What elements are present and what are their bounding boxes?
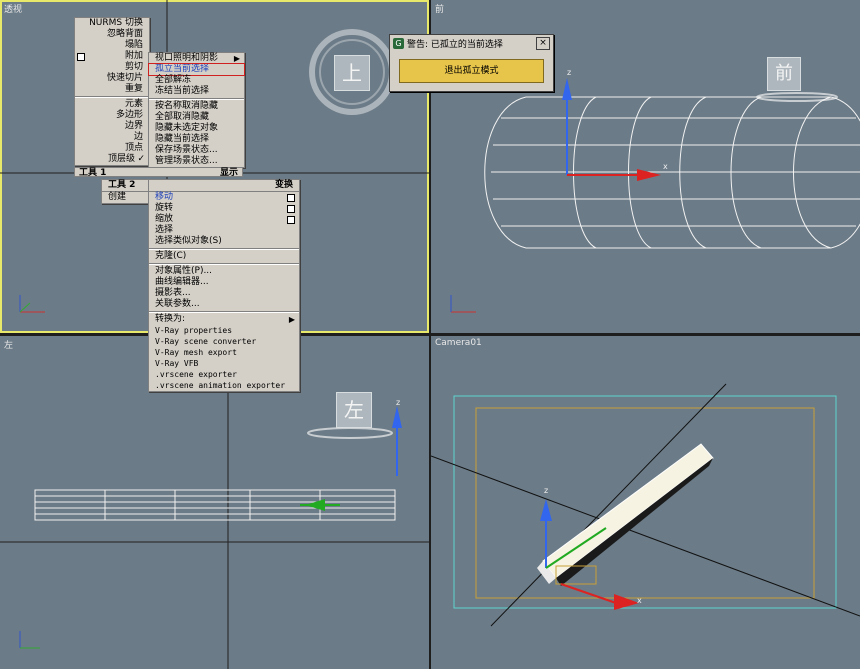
viewport-perspective-label[interactable]: 透视: [4, 2, 22, 15]
menu-item-collapse[interactable]: 塌陷: [75, 40, 149, 51]
submenu-arrow-icon: ▶: [288, 315, 295, 324]
viewport-camera[interactable]: Camera01 z x: [431, 336, 860, 669]
front-axis-x: x: [663, 162, 668, 171]
menu-item-top-level[interactable]: 顶层级 ✓: [75, 154, 149, 165]
menu-item-rotate-label: 旋转: [155, 203, 174, 213]
viewcube-top[interactable]: 上: [334, 55, 370, 91]
menu-item-select[interactable]: 选择: [149, 225, 299, 236]
menu-item-ignore-backfacing[interactable]: 忽略背面: [75, 29, 149, 40]
menu-item-unhide-by-name[interactable]: 按名称取消隐藏: [149, 101, 244, 112]
exit-isolation-button[interactable]: 退出孤立模式: [399, 59, 544, 83]
close-icon[interactable]: ×: [536, 36, 550, 50]
dialog-title: 警告: 已孤立的当前选择: [407, 39, 503, 50]
menu-item-move-label: 移动: [155, 192, 174, 202]
menu-item-scale-label: 缩放: [155, 214, 174, 224]
viewcube-left[interactable]: 左: [336, 392, 372, 428]
menu-separator: [149, 98, 244, 100]
quad-label-tools2: 工具 2: [102, 180, 149, 192]
menu-item-vray-mesh-export[interactable]: V-Ray mesh export: [149, 347, 299, 358]
menu-item-convert-to[interactable]: 转换为: ▶: [149, 314, 299, 325]
menu-item-element[interactable]: 元素: [75, 99, 149, 110]
menu-item-select-similar[interactable]: 选择类似对象(S): [149, 236, 299, 247]
camera-axis-z: z: [544, 486, 549, 495]
menu-item-unhide-all[interactable]: 全部取消隐藏: [149, 112, 244, 123]
menu-item-hide-unselected[interactable]: 隐藏未选定对象: [149, 123, 244, 134]
menu-item-move[interactable]: 移动: [149, 192, 299, 203]
menu-item-attach[interactable]: 附加: [75, 51, 149, 62]
menu-item-viewport-lighting-label: 视口照明和阴影: [155, 53, 219, 63]
menu-item-curve-editor[interactable]: 曲线编辑器...: [149, 277, 299, 288]
menu-item-save-scene-state[interactable]: 保存场景状态...: [149, 145, 244, 156]
attach-settings-icon[interactable]: [77, 53, 85, 61]
menu-item-viewport-lighting[interactable]: 视口照明和阴影 ▶: [149, 53, 244, 64]
menu-item-hide-selection[interactable]: 隐藏当前选择: [149, 134, 244, 145]
menu-item-wire-parameters[interactable]: 关联参数...: [149, 299, 299, 310]
menu-item-polygon[interactable]: 多边形: [75, 110, 149, 121]
menu-item-isolate-selection[interactable]: 孤立当前选择: [148, 63, 245, 76]
quad-menu-display: 视口照明和阴影 ▶ 孤立当前选择 全部解冻 冻结当前选择 按名称取消隐藏 全部取…: [148, 52, 245, 168]
quad-menu-tools1: NURMS 切换 忽略背面 塌陷 附加 剪切 快速切片 重复 元素 多边形 边界…: [74, 17, 150, 166]
move-settings-icon[interactable]: [287, 194, 295, 202]
checkmark-icon: ✓: [137, 154, 145, 164]
left-axis-z: z: [396, 398, 401, 407]
menu-item-repeat[interactable]: 重复: [75, 84, 149, 95]
menu-item-object-properties[interactable]: 对象属性(P)...: [149, 266, 299, 277]
quad-label-tools1: 工具 1: [79, 168, 107, 178]
menu-item-dope-sheet[interactable]: 摄影表...: [149, 288, 299, 299]
quad-menu-tools2: 工具 2 创建: [101, 179, 150, 204]
menu-item-top-level-label: 顶层级: [107, 154, 135, 164]
submenu-arrow-icon: ▶: [233, 54, 240, 63]
menu-item-freeze-selection[interactable]: 冻结当前选择: [149, 86, 244, 97]
menu-item-quickslice[interactable]: 快速切片: [75, 73, 149, 84]
menu-separator: [75, 96, 149, 98]
viewport-front-label[interactable]: 前: [435, 2, 444, 15]
quad-label-transform: 变换: [149, 180, 299, 192]
quad-menu-header-row1: 工具 1 显示: [74, 167, 243, 178]
menu-item-vrscene-animation-exporter[interactable]: .vrscene animation exporter: [149, 380, 299, 391]
menu-item-create[interactable]: 创建: [102, 192, 149, 203]
front-axis-z: z: [567, 68, 572, 77]
app-logo-icon: G: [393, 37, 404, 49]
isolate-warning-dialog: G 警告: 已孤立的当前选择 × 退出孤立模式: [389, 34, 554, 92]
menu-item-vray-scene-converter[interactable]: V-Ray scene converter: [149, 336, 299, 347]
menu-item-nurms-toggle[interactable]: NURMS 切换: [75, 18, 149, 29]
viewport-camera-label[interactable]: Camera01: [435, 338, 482, 348]
menu-item-attach-label: 附加: [124, 51, 143, 61]
menu-item-border[interactable]: 边界: [75, 121, 149, 132]
quad-label-display-right: 显示: [219, 168, 238, 178]
rotate-settings-icon[interactable]: [287, 205, 295, 213]
scale-settings-icon[interactable]: [287, 216, 295, 224]
camera-axis-x: x: [637, 596, 642, 605]
menu-separator: [149, 248, 299, 250]
menu-separator: [149, 311, 299, 313]
menu-item-cut[interactable]: 剪切: [75, 62, 149, 73]
menu-item-scale[interactable]: 缩放: [149, 214, 299, 225]
menu-item-vray-vfb[interactable]: V-Ray VFB: [149, 358, 299, 369]
menu-item-manage-scene-states[interactable]: 管理场景状态...: [149, 156, 244, 167]
menu-item-edge[interactable]: 边: [75, 132, 149, 143]
menu-item-vray-properties[interactable]: V-Ray properties: [149, 325, 299, 336]
dialog-titlebar[interactable]: G 警告: 已孤立的当前选择 ×: [390, 35, 553, 51]
menu-item-clone[interactable]: 克隆(C): [149, 251, 299, 262]
menu-item-vrscene-exporter[interactable]: .vrscene exporter: [149, 369, 299, 380]
menu-item-vertex[interactable]: 顶点: [75, 143, 149, 154]
camera-scene: [431, 383, 860, 627]
menu-item-rotate[interactable]: 旋转: [149, 203, 299, 214]
viewport-left-label[interactable]: 左: [4, 338, 13, 351]
viewcube-front[interactable]: 前: [767, 57, 801, 91]
menu-item-unfreeze-all[interactable]: 全部解冻: [149, 75, 244, 86]
menu-separator: [149, 263, 299, 265]
quad-menu-transform: 变换 移动 旋转 缩放 选择 选择类似对象(S) 克隆(C) 对象属性(P)..…: [148, 179, 300, 392]
menu-item-convert-to-label: 转换为:: [155, 314, 186, 324]
